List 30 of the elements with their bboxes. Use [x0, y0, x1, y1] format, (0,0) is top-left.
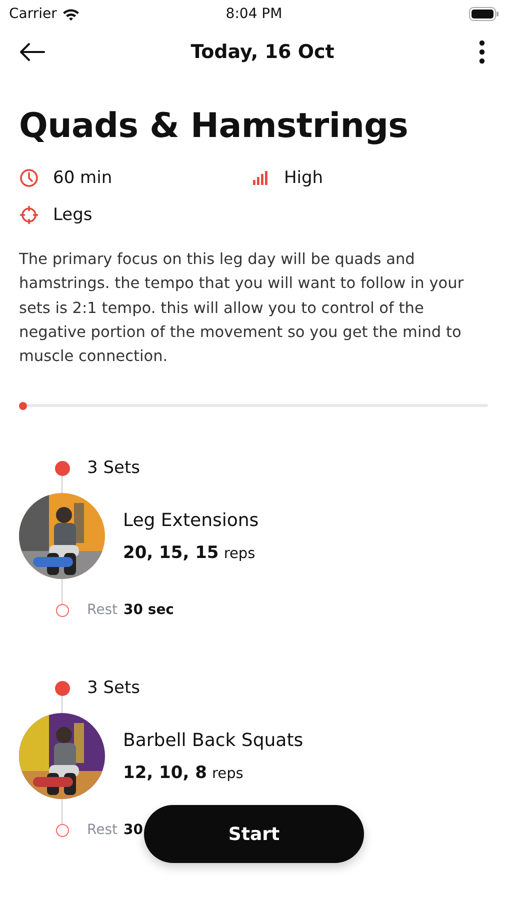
sets-label: 3 Sets [87, 458, 140, 478]
status-time: 8:04 PM [226, 6, 282, 22]
more-options-icon[interactable] [479, 40, 485, 64]
rest-label: Rest [87, 822, 118, 838]
rest-marker [56, 604, 68, 617]
workout-description: The primary focus on this leg day will be quads and hamstrings. the tempo that you will want to follow in your sets is 2:1 tempo. this will allow you to control of the negative portion of the movement so you get the mind to muscle connection. [19, 249, 465, 368]
target-label: Legs [53, 205, 92, 225]
intensity-bars-icon [252, 170, 270, 186]
wifi-icon [62, 8, 80, 20]
reps-label: 20, 15, 15 reps [123, 542, 256, 563]
rest-duration: 30 sec [124, 602, 174, 618]
workout-title: Quads & Hamstrings [19, 105, 410, 148]
rest-label: Rest [87, 602, 118, 618]
sets-label: 3 Sets [87, 678, 140, 698]
rest-duration: 30 [124, 822, 143, 838]
exercise-name: Barbell Back Squats [123, 730, 304, 751]
intensity-label: High [284, 168, 324, 188]
back-arrow-icon[interactable] [18, 42, 46, 62]
exercise-name: Leg Extensions [123, 510, 259, 531]
timeline-dot [54, 680, 70, 696]
page-title: Today, 16 Oct [190, 41, 334, 63]
battery-icon [468, 7, 499, 21]
crosshair-icon [19, 205, 39, 225]
carrier-label: Carrier [9, 6, 57, 22]
start-button[interactable]: Start [144, 805, 364, 863]
reps-label: 12, 10, 8 reps [123, 762, 244, 783]
clock-icon [19, 168, 39, 188]
rest-marker [56, 824, 68, 837]
duration-label: 60 min [53, 168, 112, 188]
timeline-dot [54, 460, 70, 476]
